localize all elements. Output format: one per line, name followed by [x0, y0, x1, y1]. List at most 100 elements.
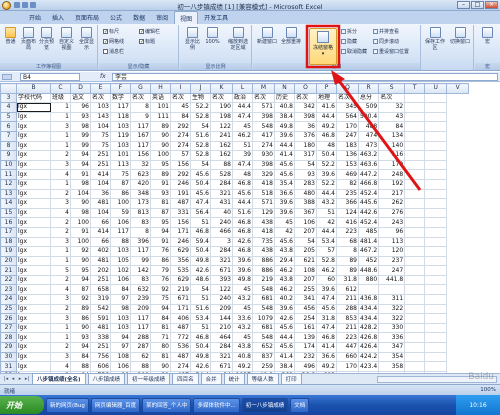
tab-formulas[interactable]: 公式	[105, 11, 127, 24]
cell[interactable]: 211	[336, 294, 359, 305]
cell[interactable]: 247	[378, 265, 406, 276]
cell[interactable]: 241	[210, 130, 233, 142]
cell[interactable]: 255	[294, 284, 317, 296]
row-header[interactable]: 9	[0, 150, 17, 161]
cell[interactable]: 42.6	[232, 236, 253, 248]
cell[interactable]: 2	[50, 274, 71, 286]
cell[interactable]: 44.4	[232, 102, 253, 113]
cell[interactable]: 103	[110, 246, 131, 257]
cell[interactable]: 43.8	[274, 246, 295, 257]
cell[interactable]: 82	[336, 178, 359, 190]
cell[interactable]: 2	[50, 188, 71, 200]
cell[interactable]: 3	[50, 198, 71, 209]
cell[interactable]: 88	[70, 361, 91, 372]
cell[interactable]: 452	[357, 255, 380, 267]
column-header[interactable]: N	[274, 83, 295, 94]
cell[interactable]: 名次	[90, 92, 111, 104]
cell[interactable]: 473	[357, 140, 380, 152]
cell[interactable]: 466.8	[357, 178, 380, 190]
cell[interactable]: 436.8	[357, 294, 380, 305]
cell[interactable]: 52.8	[316, 255, 337, 267]
cell[interactable]: 90	[150, 361, 171, 372]
cell[interactable]: 398	[294, 111, 317, 123]
cell[interactable]: 288	[336, 303, 359, 315]
cell[interactable]	[404, 236, 426, 248]
cell[interactable]: 144	[210, 313, 233, 324]
cell[interactable]: 116	[378, 150, 406, 161]
cell[interactable]: 45.6	[274, 236, 295, 248]
cell[interactable]: lgx	[16, 188, 51, 200]
cell[interactable]	[424, 236, 448, 248]
cell[interactable]: 254	[294, 313, 317, 324]
cell[interactable]	[424, 265, 448, 276]
cell[interactable]	[424, 121, 448, 132]
cell[interactable]: 87	[70, 284, 91, 296]
cell[interactable]: 192	[378, 178, 406, 190]
cell[interactable]	[424, 274, 448, 286]
cell[interactable]: 259	[252, 361, 275, 372]
cell[interactable]: 46.8	[232, 226, 253, 238]
cell[interactable]: 46.8	[316, 332, 337, 344]
cell[interactable]: 356	[170, 255, 191, 267]
cell[interactable]: 46.2	[232, 130, 253, 142]
cell[interactable]: 66	[90, 217, 111, 228]
cell[interactable]: 424.2	[357, 351, 380, 363]
cell[interactable]	[424, 217, 448, 228]
cell[interactable]: 591	[90, 313, 111, 324]
cell[interactable]: 496	[294, 361, 317, 372]
cell[interactable]: 45	[232, 284, 253, 296]
cell[interactable]: 143	[90, 111, 111, 123]
cell[interactable]: 341	[294, 294, 317, 305]
cell[interactable]: 96	[70, 102, 91, 113]
cell[interactable]: 480	[294, 188, 317, 200]
cell[interactable]: 51	[190, 217, 211, 228]
cell[interactable]: lgx	[16, 246, 51, 257]
cell[interactable]: 345	[336, 102, 359, 113]
cell[interactable]: 75	[90, 130, 111, 142]
cell[interactable]: 40.8	[232, 351, 253, 363]
message-bar-checkbox[interactable]: 消息栏	[103, 48, 124, 55]
cell[interactable]: 434.4	[357, 303, 380, 315]
zoom-button[interactable]: 显示比例	[184, 27, 201, 51]
cell[interactable]	[424, 178, 448, 190]
cell[interactable]: 162	[210, 150, 233, 161]
cell[interactable]: 名次	[252, 92, 275, 104]
cell[interactable]: 49.2	[316, 361, 337, 372]
cell[interactable]: 481.4	[357, 236, 380, 248]
cell[interactable]: 190	[210, 102, 233, 113]
row-header[interactable]: 22	[0, 274, 17, 286]
cell[interactable]: 名次	[170, 92, 191, 104]
cell[interactable]: lgx	[16, 342, 51, 353]
column-header[interactable]: D	[70, 83, 91, 94]
row-header[interactable]: 3	[0, 92, 17, 104]
cell[interactable]	[404, 294, 426, 305]
cell[interactable]: 205	[294, 246, 317, 257]
cell[interactable]: 2	[50, 226, 71, 238]
tab-view[interactable]: 视图	[174, 11, 199, 24]
tab-insert[interactable]: 插入	[47, 11, 69, 24]
cell[interactable]: 434.4	[357, 313, 380, 324]
cell[interactable]: 463.2	[357, 150, 380, 161]
cell[interactable]: 94	[150, 226, 171, 238]
cell[interactable]: 246	[170, 236, 191, 248]
zoom-selection-button[interactable]: 缩放到选定区域	[226, 27, 250, 51]
cell[interactable]: 438	[252, 217, 275, 228]
cell[interactable]: 94	[70, 159, 91, 171]
cell[interactable]: 88	[130, 361, 151, 372]
cell[interactable]: 91	[70, 226, 91, 238]
macros-button[interactable]: 宏	[479, 27, 496, 45]
cell[interactable]: 英语	[150, 92, 171, 104]
cell[interactable]: 202	[90, 265, 111, 276]
cell[interactable]: 120	[378, 246, 406, 257]
cell[interactable]	[404, 178, 426, 190]
cell[interactable]: 117	[110, 226, 131, 238]
cell[interactable]: 75	[150, 294, 171, 305]
cell[interactable]: 45	[170, 102, 191, 113]
cell[interactable]: 102	[110, 265, 131, 276]
cell[interactable]: 名次	[130, 92, 151, 104]
cell[interactable]: 108	[294, 265, 317, 276]
cell[interactable]	[424, 198, 448, 209]
cell[interactable]: 39.6	[232, 265, 253, 276]
cell[interactable]: 3	[50, 313, 71, 324]
cell[interactable]: 84	[110, 284, 131, 296]
